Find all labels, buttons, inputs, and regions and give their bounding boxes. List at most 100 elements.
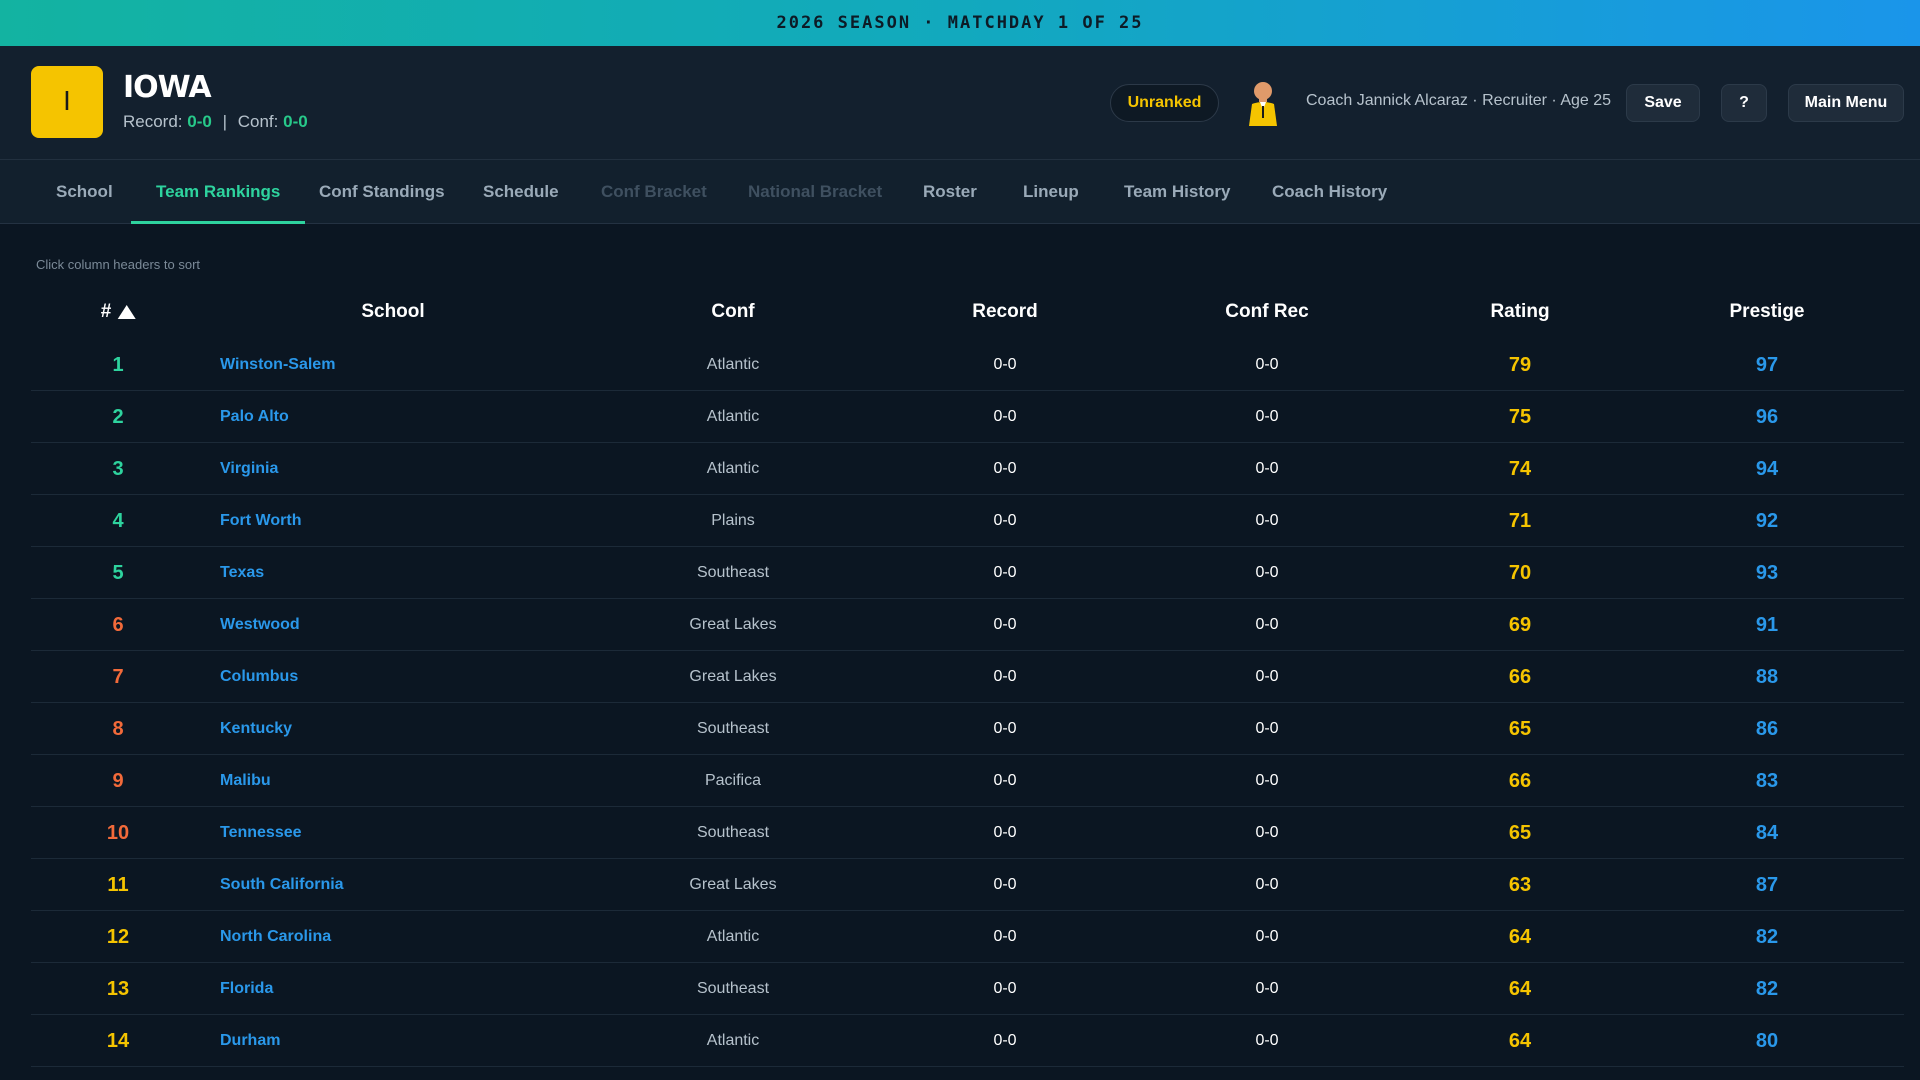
rating-cell: 70 xyxy=(1508,561,1532,584)
tab-team-history[interactable]: Team History xyxy=(1099,160,1255,224)
record-cell: 0-0 xyxy=(993,668,1017,685)
rank-cell: 12 xyxy=(106,925,130,948)
prestige-cell: 97 xyxy=(1755,353,1779,376)
school-link[interactable]: Virginia xyxy=(220,443,278,495)
conf-cell: Atlantic xyxy=(706,356,760,373)
conf-label: Conf: xyxy=(237,112,279,131)
school-link[interactable]: Durham xyxy=(220,1015,280,1067)
prestige-cell: 92 xyxy=(1755,509,1779,532)
prestige-cell: 83 xyxy=(1755,769,1779,792)
table-row: 8 Kentucky Southeast 0-0 0-0 65 86 xyxy=(31,703,1904,755)
tab-schedule[interactable]: Schedule xyxy=(458,160,584,224)
rank-cell: 2 xyxy=(112,405,124,428)
table-header: # School Conf Record Conf Rec Rating Pre… xyxy=(31,285,1904,339)
conf-rec-cell: 0-0 xyxy=(1255,616,1279,633)
tab-roster[interactable]: Roster xyxy=(898,160,1002,224)
table-row: 10 Tennessee Southeast 0-0 0-0 65 84 xyxy=(31,807,1904,859)
rankings-table: # School Conf Record Conf Rec Rating Pre… xyxy=(31,285,1904,1067)
record-label: Record: xyxy=(123,112,183,131)
rating-cell: 64 xyxy=(1508,1029,1532,1052)
column-header-conf[interactable]: Conf xyxy=(711,285,754,339)
rating-cell: 79 xyxy=(1508,353,1532,376)
school-link[interactable]: Winston-Salem xyxy=(220,339,335,391)
school-link[interactable]: Columbus xyxy=(220,651,298,703)
rank-cell: 8 xyxy=(112,717,124,740)
sort-hint: Click column headers to sort xyxy=(36,257,201,272)
school-link[interactable]: Fort Worth xyxy=(220,495,301,547)
record-cell: 0-0 xyxy=(993,460,1017,477)
school-link[interactable]: Kentucky xyxy=(220,703,292,755)
table-row: 12 North Carolina Atlantic 0-0 0-0 64 82 xyxy=(31,911,1904,963)
conf-cell: Atlantic xyxy=(706,460,760,477)
school-link[interactable]: Palo Alto xyxy=(220,391,289,443)
conf-cell: Great Lakes xyxy=(689,616,777,633)
school-link[interactable]: North Carolina xyxy=(220,911,331,963)
conf-rec-cell: 0-0 xyxy=(1255,512,1279,529)
rating-cell: 69 xyxy=(1508,613,1532,636)
column-header-conf-rec[interactable]: Conf Rec xyxy=(1225,285,1308,339)
rating-cell: 71 xyxy=(1508,509,1532,532)
conf-rec-cell: 0-0 xyxy=(1255,668,1279,685)
column-header-rank[interactable]: # xyxy=(101,285,136,339)
rank-cell: 1 xyxy=(112,353,124,376)
tab-lineup[interactable]: Lineup xyxy=(998,160,1104,224)
conf-cell: Southeast xyxy=(696,980,770,997)
conf-rec-cell: 0-0 xyxy=(1255,1032,1279,1049)
column-header-school[interactable]: School xyxy=(361,285,424,339)
conf-rec-cell: 0-0 xyxy=(1255,720,1279,737)
prestige-cell: 87 xyxy=(1755,873,1779,896)
record-cell: 0-0 xyxy=(993,824,1017,841)
rank-cell: 11 xyxy=(107,873,129,896)
season-banner: 2026 SEASON · MATCHDAY 1 OF 25 xyxy=(0,0,1920,46)
main-menu-button[interactable]: Main Menu xyxy=(1788,84,1904,122)
help-button[interactable]: ? xyxy=(1721,84,1767,122)
conf-cell: Atlantic xyxy=(706,928,760,945)
prestige-cell: 86 xyxy=(1755,717,1779,740)
rank-cell: 5 xyxy=(112,561,124,584)
conf-rec-cell: 0-0 xyxy=(1255,772,1279,789)
record-cell: 0-0 xyxy=(993,928,1017,945)
season-banner-text: 2026 SEASON · MATCHDAY 1 OF 25 xyxy=(776,13,1144,33)
record-cell: 0-0 xyxy=(993,772,1017,789)
coach-info: Coach Jannick Alcaraz · Recruiter · Age … xyxy=(1306,92,1612,109)
rank-cell: 13 xyxy=(106,977,130,1000)
prestige-cell: 91 xyxy=(1755,613,1779,636)
table-row: 7 Columbus Great Lakes 0-0 0-0 66 88 xyxy=(31,651,1904,703)
record-cell: 0-0 xyxy=(993,564,1017,581)
rank-cell: 3 xyxy=(112,457,124,480)
record-cell: 0-0 xyxy=(993,512,1017,529)
rating-cell: 65 xyxy=(1508,717,1532,740)
record-value: 0-0 xyxy=(187,112,212,131)
school-link[interactable]: South California xyxy=(220,859,344,911)
coach-avatar-icon xyxy=(1249,82,1277,126)
school-link[interactable]: Texas xyxy=(220,547,264,599)
school-link[interactable]: Tennessee xyxy=(220,807,302,859)
tab-team-rankings[interactable]: Team Rankings xyxy=(131,160,306,224)
conf-rec-cell: 0-0 xyxy=(1255,980,1279,997)
school-link[interactable]: Florida xyxy=(220,963,273,1015)
record-cell: 0-0 xyxy=(993,720,1017,737)
conf-cell: Great Lakes xyxy=(689,876,777,893)
conf-rec-cell: 0-0 xyxy=(1255,408,1279,425)
tab-national-bracket: National Bracket xyxy=(748,182,883,201)
save-button[interactable]: Save xyxy=(1626,84,1700,122)
conf-cell: Atlantic xyxy=(706,408,760,425)
tab-conf-standings[interactable]: Conf Standings xyxy=(294,160,470,224)
rank-badge: Unranked xyxy=(1110,84,1219,122)
table-row: 11 South California Great Lakes 0-0 0-0 63 87 xyxy=(31,859,1904,911)
tab-coach-history[interactable]: Coach History xyxy=(1247,160,1412,224)
column-header-record[interactable]: Record xyxy=(972,285,1037,339)
table-row: 5 Texas Southeast 0-0 0-0 70 93 xyxy=(31,547,1904,599)
prestige-cell: 84 xyxy=(1755,821,1779,844)
tab-school[interactable]: School xyxy=(31,160,138,224)
record-cell: 0-0 xyxy=(993,1032,1017,1049)
school-link[interactable]: Westwood xyxy=(220,599,300,651)
conf-cell: Atlantic xyxy=(706,1032,760,1049)
record-separator: | xyxy=(222,112,227,131)
column-header-rating[interactable]: Rating xyxy=(1490,285,1549,339)
table-row: 4 Fort Worth Plains 0-0 0-0 71 92 xyxy=(31,495,1904,547)
column-header-prestige[interactable]: Prestige xyxy=(1730,285,1805,339)
prestige-cell: 82 xyxy=(1755,925,1779,948)
record-cell: 0-0 xyxy=(993,980,1017,997)
school-link[interactable]: Malibu xyxy=(220,755,271,807)
